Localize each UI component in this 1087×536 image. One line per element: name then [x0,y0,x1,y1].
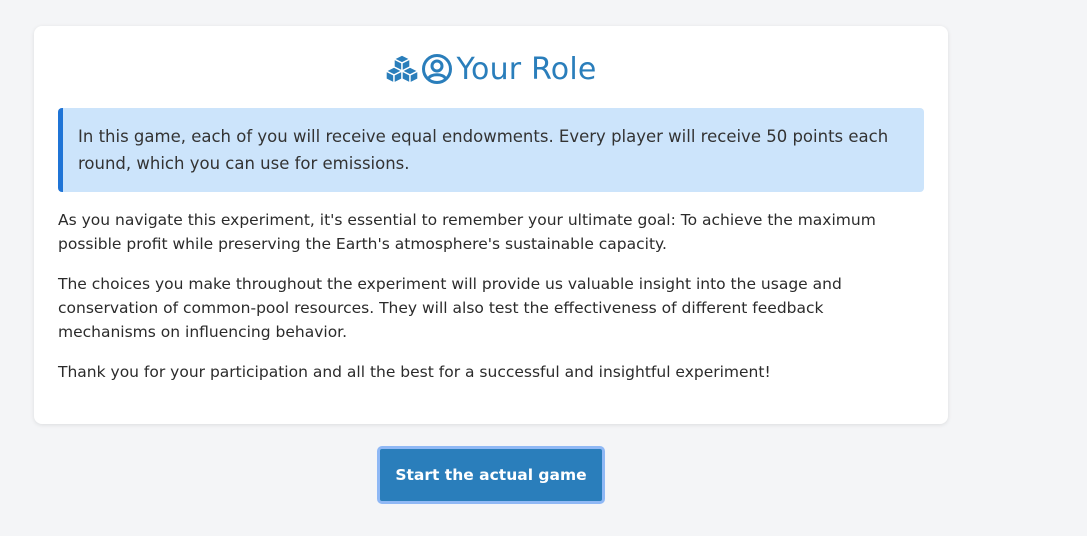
start-game-button[interactable]: Start the actual game [377,446,605,504]
thanks-paragraph: Thank you for your participation and all… [58,363,771,381]
goal-paragraph: As you navigate this experiment, it's es… [58,211,876,253]
page-title: Your Role [456,51,597,87]
endowment-info-box: In this game, each of you will receive e… [58,108,924,192]
user-circle-icon [421,53,453,85]
title-row: Your Role [58,50,924,88]
role-card: Your Role In this game, each of you will… [34,26,948,424]
insight-paragraph: The choices you make throughout the expe… [58,275,842,341]
cubes-icon [385,54,420,84]
